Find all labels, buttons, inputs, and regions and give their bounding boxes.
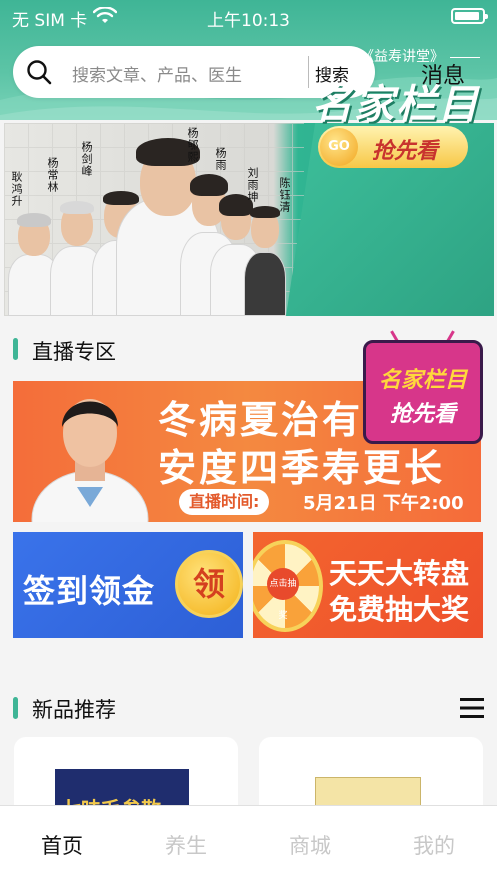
go-icon: GO (320, 128, 358, 166)
new-products-title: 新品推荐 (32, 698, 116, 722)
wheel-line2: 免费抽大奖 (329, 593, 470, 626)
signin-title: 签到领金 (23, 572, 156, 610)
menu-icon[interactable] (460, 698, 484, 718)
doctor-name-7: 陈钰清 (278, 177, 291, 213)
signin-coin-icon: 领 (175, 550, 243, 618)
lucky-wheel-promo[interactable]: 点击抽奖 天天大转盘 免费抽大奖 (253, 532, 483, 638)
doctor-name-3: 杨剑峰 (80, 141, 93, 177)
section-accent-bar (13, 697, 18, 719)
live-banner-line1: 冬病夏治有 (158, 398, 364, 442)
section-accent-bar (13, 338, 18, 360)
status-time: 上午10:13 (207, 11, 290, 31)
banner-subtitle: 《益寿讲堂》 (318, 46, 486, 66)
tab-home[interactable]: 首页 (0, 830, 124, 860)
live-host-photo (31, 399, 149, 522)
wheel-center: 点击抽奖 (267, 568, 299, 621)
doctor-name-4: 杨郇熙 (186, 127, 199, 163)
famous-column-badge[interactable]: 名家栏目 抢先看 (360, 330, 486, 446)
banner-cta-label: 抢先看 (372, 139, 439, 164)
tab-wellness[interactable]: 养生 (124, 830, 248, 860)
search-divider (308, 56, 309, 88)
live-time-value: 5月21日 下午2:00 (303, 493, 464, 514)
doctor-figure-7 (244, 206, 286, 316)
banner-cta-button[interactable]: GO 抢先看 (318, 126, 468, 168)
tab-mall[interactable]: 商城 (248, 830, 372, 860)
banner-title: 名家栏目 (312, 82, 480, 128)
doctor-name-2: 杨常林 (46, 157, 59, 193)
signin-promo[interactable]: 签到领金 领 (13, 532, 243, 638)
search-input[interactable]: 搜索文章、产品、医生 (72, 61, 242, 86)
live-time-label: 直播时间: (179, 489, 270, 515)
doctor-name-5: 杨雨 (214, 147, 227, 171)
badge-line1: 名家栏目 (378, 368, 467, 393)
doctor-name-6: 刘雨坤 (246, 167, 259, 203)
status-bar: 无 SIM 卡 上午10:13 (0, 0, 497, 34)
new-products-header: 新品推荐 (0, 694, 497, 724)
badge-line2: 抢先看 (389, 402, 456, 427)
live-section-title: 直播专区 (32, 340, 116, 364)
doctor-name-1: 耿鸿升 (10, 171, 23, 207)
search-icon (27, 60, 52, 85)
tab-mine[interactable]: 我的 (372, 830, 496, 860)
bottom-tab-bar: 首页 养生 商城 我的 (0, 805, 497, 883)
battery-icon (451, 8, 488, 24)
wheel-line1: 天天大转盘 (329, 557, 470, 590)
